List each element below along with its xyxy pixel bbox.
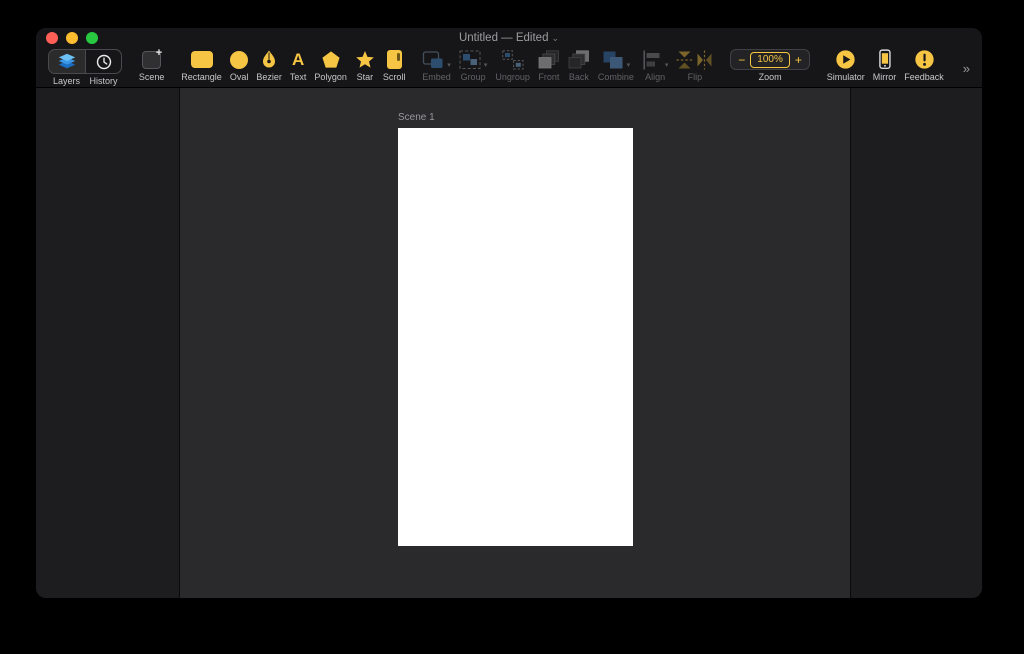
dropdown-caret-icon: ▾ [447, 62, 451, 69]
titlebar: Untitled — Edited ⌄ [36, 28, 982, 46]
dropdown-caret-icon: ▾ [664, 62, 669, 69]
text-tool-button[interactable]: A Text [290, 49, 307, 82]
toolbar-label-simulator: Simulator [826, 72, 865, 82]
zoom-out-button[interactable]: − [733, 54, 750, 66]
ungroup-button: Ungroup [495, 49, 530, 82]
ungroup-icon [501, 49, 524, 70]
history-panel-toggle[interactable] [85, 50, 121, 73]
toolbar-label-embed: Embed [422, 72, 451, 82]
bezier-pen-icon [260, 49, 278, 70]
app-window: Untitled — Edited ⌄ Layers History + Sce… [36, 28, 982, 598]
toolbar-label-ungroup: Ungroup [495, 72, 530, 82]
simulator-button[interactable]: Simulator [827, 49, 865, 82]
window-content: Scene 1 [36, 88, 982, 598]
scroll-icon [386, 49, 402, 70]
oval-tool-button[interactable]: Oval [229, 49, 249, 82]
combine-icon: ▾ [602, 49, 631, 70]
rectangle-tool-button[interactable]: Rectangle [181, 49, 222, 82]
scene-artboard[interactable] [398, 128, 633, 546]
toolbar-label-feedback: Feedback [904, 72, 944, 82]
run-tools-group: Simulator Mirror Feedback [827, 49, 944, 82]
canvas[interactable]: Scene 1 [180, 88, 850, 598]
align-button: ▾ Align [642, 49, 669, 82]
dropdown-caret-icon: ▾ [483, 62, 488, 69]
mirror-button[interactable]: Mirror [872, 49, 897, 82]
scene-container: Scene 1 [398, 112, 633, 546]
window-title-text: Untitled — Edited [458, 32, 549, 44]
toolbar-label-front: Front [538, 72, 560, 82]
panels-labels: Layers History [48, 77, 122, 86]
history-icon [95, 51, 113, 72]
polygon-tool-button[interactable]: Polygon [314, 49, 347, 82]
flip-icons [676, 49, 713, 70]
dropdown-caret-icon: ▾ [626, 62, 631, 69]
feedback-icon [914, 49, 935, 70]
zoom-control: − 100% + [730, 49, 810, 70]
scene-add-icon: + [142, 46, 163, 70]
toolbar-label-flip: Flip [687, 72, 703, 82]
toolbar-label-polygon: Polygon [314, 72, 347, 82]
scene-button[interactable]: + Scene [138, 46, 165, 82]
group-button: ▾ Group [459, 49, 488, 82]
polygon-icon [321, 49, 341, 70]
bring-to-front-button: Front [538, 49, 560, 82]
inspector-panel [850, 88, 982, 598]
toolbar-label-rectangle: Rectangle [181, 72, 222, 82]
desktop: { "window": { "title": "Untitled — Edite… [0, 0, 1024, 654]
star-tool-button[interactable]: Star [355, 49, 375, 82]
toolbar-label-bezier: Bezier [256, 72, 282, 82]
toolbar-label-star: Star [356, 72, 374, 82]
layers-panel [36, 88, 180, 598]
toolbar-zoom-group: − 100% + Zoom [730, 49, 810, 82]
toolbar-label-mirror: Mirror [872, 72, 897, 82]
panels-segmented-control [48, 49, 122, 74]
flip-vertical-icon [676, 51, 693, 68]
toolbar-label-layers: Layers [52, 76, 80, 86]
flip-button: Flip [676, 49, 713, 82]
front-icon [538, 49, 560, 70]
combine-button: ▾ Combine [598, 49, 634, 82]
mirror-device-icon [874, 49, 895, 70]
feedback-button[interactable]: Feedback [904, 49, 944, 82]
toolbar-label-history: History [89, 76, 118, 86]
window-title[interactable]: Untitled — Edited ⌄ [36, 32, 982, 44]
star-icon [355, 49, 375, 70]
toolbar-panels-group: Layers History [48, 49, 122, 86]
bezier-tool-button[interactable]: Bezier [256, 49, 282, 82]
arrange-tools-group: ▾ Embed ▾ Group Ungroup Front Back ▾ Com… [422, 49, 713, 82]
scene-label[interactable]: Scene 1 [398, 112, 633, 123]
text-icon: A [291, 50, 305, 69]
zoom-in-button[interactable]: + [790, 54, 807, 66]
toolbar-label-group: Group [460, 72, 486, 82]
toolbar-label-align: Align [645, 72, 666, 82]
toolbar-label-scroll: Scroll [382, 72, 406, 82]
send-to-back-button: Back [568, 49, 590, 82]
toolbar-label-combine: Combine [597, 72, 634, 82]
align-icon: ▾ [642, 49, 669, 70]
toolbar-label-zoom: Zoom [758, 72, 782, 82]
group-icon: ▾ [459, 49, 488, 70]
shape-tools-group: Rectangle Oval Bezier A Text Polygon Sta… [181, 49, 405, 82]
scroll-tool-button[interactable]: Scroll [382, 49, 406, 82]
toolbar: Layers History + Scene Rectangle Oval Be… [36, 46, 982, 88]
scene-page-glyph: + [142, 46, 163, 69]
flip-horizontal-icon [697, 50, 712, 69]
toolbar-label-back: Back [568, 72, 589, 82]
toolbar-label-text: Text [289, 72, 307, 82]
oval-icon [230, 49, 249, 70]
title-chevron-icon: ⌄ [551, 33, 560, 43]
back-icon [568, 49, 590, 70]
simulator-play-icon [835, 49, 856, 70]
rectangle-icon [190, 49, 213, 70]
embed-button: ▾ Embed [422, 49, 451, 82]
zoom-level-value[interactable]: 100% [750, 51, 790, 68]
layers-panel-toggle[interactable] [49, 50, 85, 73]
toolbar-label-scene: Scene [138, 72, 165, 82]
toolbar-label-oval: Oval [229, 72, 249, 82]
plus-icon: + [155, 46, 163, 59]
embed-icon: ▾ [422, 49, 451, 70]
layers-icon [57, 51, 77, 72]
toolbar-overflow-button[interactable]: » [961, 61, 972, 76]
